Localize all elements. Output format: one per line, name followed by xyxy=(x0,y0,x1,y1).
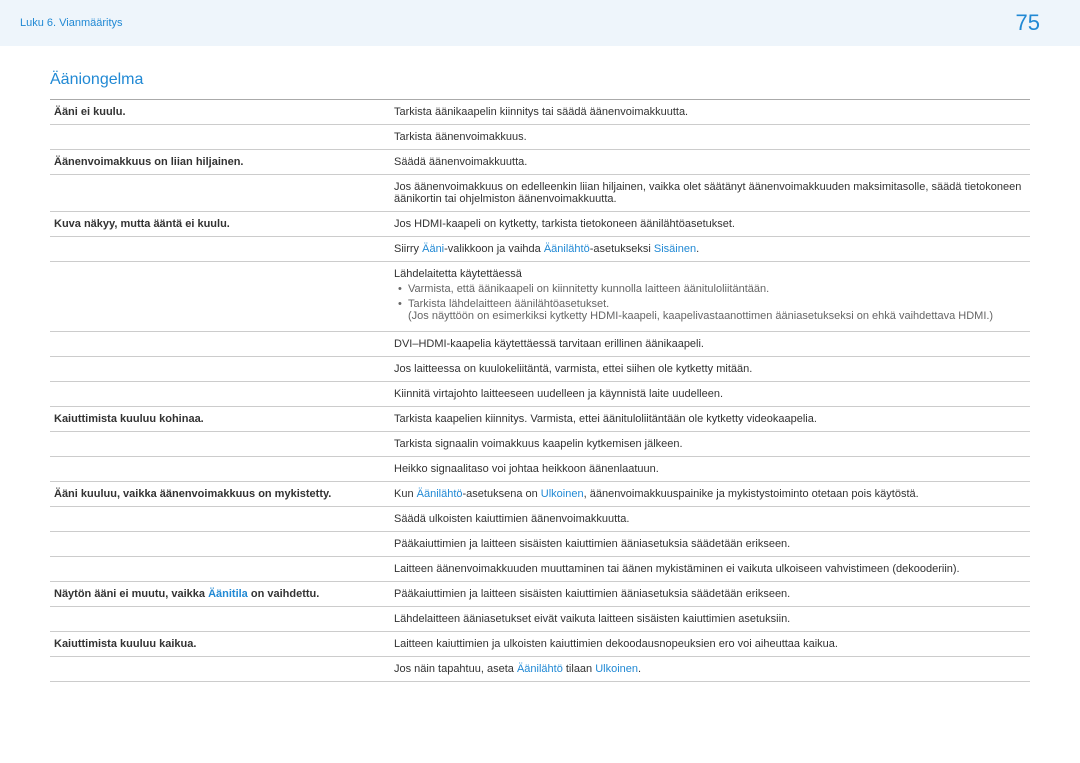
solution-text: Lähdelaitetta käytettäessä Varmista, ett… xyxy=(390,262,1030,332)
list-item: Varmista, että äänikaapeli on kiinnitett… xyxy=(394,283,1026,295)
problem-label xyxy=(50,607,390,632)
ui-term: Äänilähtö xyxy=(544,243,590,255)
problem-label xyxy=(50,237,390,262)
table-row: Tarkista äänenvoimakkuus. xyxy=(50,125,1030,150)
solution-text: Heikko signaalitaso voi johtaa heikkoon … xyxy=(390,457,1030,482)
subheading: Lähdelaitetta käytettäessä xyxy=(394,268,1026,280)
table-row: Jos näin tapahtuu, aseta Äänilähtö tilaa… xyxy=(50,657,1030,682)
problem-label: Äänenvoimakkuus on liian hiljainen. xyxy=(50,150,390,175)
list-item: Tarkista lähdelaitteen äänilähtöasetukse… xyxy=(394,298,1026,322)
table-row: Laitteen äänenvoimakkuuden muuttaminen t… xyxy=(50,557,1030,582)
solution-text: Tarkista signaalin voimakkuus kaapelin k… xyxy=(390,432,1030,457)
page-content: Ääniongelma Ääni ei kuulu. Tarkista ääni… xyxy=(0,46,1080,707)
problem-label xyxy=(50,332,390,357)
solution-text: Laitteen kaiuttimien ja ulkoisten kaiutt… xyxy=(390,632,1030,657)
problem-label xyxy=(50,457,390,482)
page-number: 75 xyxy=(1016,10,1060,36)
troubleshooting-table: Ääni ei kuulu. Tarkista äänikaapelin kii… xyxy=(50,99,1030,682)
solution-text: Jos laitteessa on kuulokeliitäntä, varmi… xyxy=(390,357,1030,382)
table-row: Lähdelaitetta käytettäessä Varmista, ett… xyxy=(50,262,1030,332)
problem-label xyxy=(50,532,390,557)
solution-text: Kiinnitä virtajohto laitteeseen uudellee… xyxy=(390,382,1030,407)
ui-term: Ääni xyxy=(422,243,444,255)
ui-term: Äänilähtö xyxy=(517,663,563,675)
page-header: Luku 6. Vianmääritys 75 xyxy=(0,0,1080,46)
problem-label xyxy=(50,262,390,332)
problem-label xyxy=(50,557,390,582)
problem-label xyxy=(50,507,390,532)
table-row: Kaiuttimista kuuluu kohinaa. Tarkista ka… xyxy=(50,407,1030,432)
solution-text: Jos näin tapahtuu, aseta Äänilähtö tilaa… xyxy=(390,657,1030,682)
solution-text: Kun Äänilähtö-asetuksena on Ulkoinen, ää… xyxy=(390,482,1030,507)
problem-label xyxy=(50,357,390,382)
solution-text: DVI–HDMI-kaapelia käytettäessä tarvitaan… xyxy=(390,332,1030,357)
ui-term: Sisäinen xyxy=(654,243,696,255)
problem-label: Kaiuttimista kuuluu kaikua. xyxy=(50,632,390,657)
table-row: Äänenvoimakkuus on liian hiljainen. Sääd… xyxy=(50,150,1030,175)
breadcrumb: Luku 6. Vianmääritys xyxy=(20,17,123,29)
problem-label: Kuva näkyy, mutta ääntä ei kuulu. xyxy=(50,212,390,237)
solution-text: Tarkista äänikaapelin kiinnitys tai sääd… xyxy=(390,100,1030,125)
solution-text: Säädä ulkoisten kaiuttimien äänenvoimakk… xyxy=(390,507,1030,532)
problem-label xyxy=(50,382,390,407)
table-row: Näytön ääni ei muutu, vaikka Äänitila on… xyxy=(50,582,1030,607)
ui-term: Ulkoinen xyxy=(595,663,638,675)
table-row: Lähdelaitteen ääniasetukset eivät vaikut… xyxy=(50,607,1030,632)
table-row: Kuva näkyy, mutta ääntä ei kuulu. Jos HD… xyxy=(50,212,1030,237)
solution-text: Tarkista äänenvoimakkuus. xyxy=(390,125,1030,150)
solution-text: Pääkaiuttimien ja laitteen sisäisten kai… xyxy=(390,532,1030,557)
table-row: Ääni kuuluu, vaikka äänenvoimakkuus on m… xyxy=(50,482,1030,507)
problem-label: Näytön ääni ei muutu, vaikka Äänitila on… xyxy=(50,582,390,607)
solution-text: Jos äänenvoimakkuus on edelleenkin liian… xyxy=(390,175,1030,212)
bullet-list: Varmista, että äänikaapeli on kiinnitett… xyxy=(394,283,1026,322)
section-title: Ääniongelma xyxy=(50,71,1030,89)
ui-term: Äänitila xyxy=(208,588,248,600)
problem-label xyxy=(50,657,390,682)
table-row: Jos laitteessa on kuulokeliitäntä, varmi… xyxy=(50,357,1030,382)
table-row: Heikko signaalitaso voi johtaa heikkoon … xyxy=(50,457,1030,482)
solution-text: Jos HDMI-kaapeli on kytketty, tarkista t… xyxy=(390,212,1030,237)
table-row: Ääni ei kuulu. Tarkista äänikaapelin kii… xyxy=(50,100,1030,125)
solution-text: Lähdelaitteen ääniasetukset eivät vaikut… xyxy=(390,607,1030,632)
table-row: Kiinnitä virtajohto laitteeseen uudellee… xyxy=(50,382,1030,407)
problem-label xyxy=(50,125,390,150)
problem-label: Ääni ei kuulu. xyxy=(50,100,390,125)
solution-text: Säädä äänenvoimakkuutta. xyxy=(390,150,1030,175)
solution-text: Tarkista kaapelien kiinnitys. Varmista, … xyxy=(390,407,1030,432)
table-row: Kaiuttimista kuuluu kaikua. Laitteen kai… xyxy=(50,632,1030,657)
table-row: DVI–HDMI-kaapelia käytettäessä tarvitaan… xyxy=(50,332,1030,357)
problem-label: Kaiuttimista kuuluu kohinaa. xyxy=(50,407,390,432)
table-row: Jos äänenvoimakkuus on edelleenkin liian… xyxy=(50,175,1030,212)
solution-text: Pääkaiuttimien ja laitteen sisäisten kai… xyxy=(390,582,1030,607)
table-row: Siirry Ääni-valikkoon ja vaihda Ääniläht… xyxy=(50,237,1030,262)
problem-label: Ääni kuuluu, vaikka äänenvoimakkuus on m… xyxy=(50,482,390,507)
solution-text: Siirry Ääni-valikkoon ja vaihda Ääniläht… xyxy=(390,237,1030,262)
ui-term: Äänilähtö xyxy=(417,488,463,500)
problem-label xyxy=(50,175,390,212)
problem-label xyxy=(50,432,390,457)
table-row: Tarkista signaalin voimakkuus kaapelin k… xyxy=(50,432,1030,457)
table-row: Säädä ulkoisten kaiuttimien äänenvoimakk… xyxy=(50,507,1030,532)
table-row: Pääkaiuttimien ja laitteen sisäisten kai… xyxy=(50,532,1030,557)
solution-text: Laitteen äänenvoimakkuuden muuttaminen t… xyxy=(390,557,1030,582)
ui-term: Ulkoinen xyxy=(541,488,584,500)
